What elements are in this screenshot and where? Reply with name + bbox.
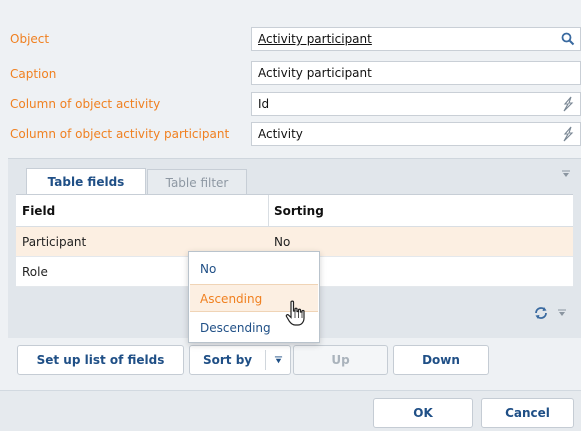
cancel-button[interactable]: Cancel bbox=[481, 398, 574, 428]
move-down-button[interactable]: Down bbox=[393, 345, 489, 375]
table-header: Field Sorting bbox=[16, 195, 573, 227]
search-icon[interactable] bbox=[560, 31, 576, 47]
column-header-sorting[interactable]: Sorting bbox=[274, 204, 324, 218]
lookup-icon[interactable] bbox=[560, 126, 576, 142]
participant-column-value[interactable]: Activity bbox=[258, 127, 303, 141]
activity-column-value[interactable]: Id bbox=[258, 97, 269, 111]
sort-split-divider bbox=[265, 350, 266, 370]
dialog-footer: OK Cancel bbox=[0, 390, 581, 431]
column-header-field[interactable]: Field bbox=[22, 204, 55, 218]
ok-button[interactable]: OK bbox=[373, 398, 473, 428]
set-up-fields-button[interactable]: Set up list of fields bbox=[17, 345, 184, 375]
tab-table-fields[interactable]: Table fields bbox=[26, 168, 146, 195]
menu-item-no[interactable]: No bbox=[190, 255, 318, 283]
chevron-down-icon[interactable] bbox=[274, 356, 283, 365]
caption-field[interactable]: Activity participant bbox=[251, 61, 581, 85]
move-up-button[interactable]: Up bbox=[293, 345, 388, 375]
participant-column-field[interactable]: Activity bbox=[251, 122, 581, 146]
sort-by-button[interactable]: Sort by bbox=[189, 345, 291, 375]
caption-value[interactable]: Activity participant bbox=[258, 66, 372, 80]
cell-field: Participant bbox=[22, 235, 87, 249]
activity-column-label: Column of object activity bbox=[10, 97, 161, 111]
object-field[interactable]: Activity participant bbox=[251, 27, 581, 51]
object-value[interactable]: Activity participant bbox=[258, 32, 372, 46]
menu-arrow-icon[interactable] bbox=[557, 309, 567, 317]
column-divider bbox=[268, 195, 269, 227]
hand-cursor-icon bbox=[285, 300, 305, 326]
participant-column-label: Column of object activity participant bbox=[10, 127, 230, 141]
sort-by-label: Sort by bbox=[203, 353, 253, 367]
cell-field: Role bbox=[22, 265, 48, 279]
collapse-arrow-icon[interactable] bbox=[561, 169, 571, 179]
cell-sorting[interactable]: No bbox=[274, 235, 290, 249]
refresh-icon[interactable] bbox=[533, 305, 549, 321]
caption-label: Caption bbox=[10, 67, 57, 81]
sort-dropdown-menu: No Ascending Descending bbox=[188, 251, 320, 343]
lookup-icon[interactable] bbox=[560, 96, 576, 112]
activity-column-field[interactable]: Id bbox=[251, 92, 581, 116]
tab-table-filter[interactable]: Table filter bbox=[147, 169, 247, 195]
object-label: Object bbox=[10, 32, 50, 46]
